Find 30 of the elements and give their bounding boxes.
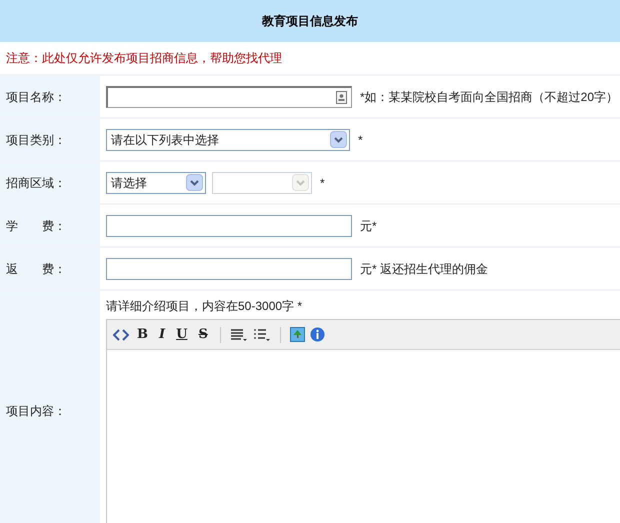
field-hint: *: [358, 132, 363, 148]
format-button[interactable]: B: [134, 324, 151, 344]
format-button[interactable]: S: [195, 324, 211, 344]
notice-text: 注意：此处仅允许发布项目招商信息，帮助您找代理: [6, 50, 282, 67]
list-icon[interactable]: [252, 328, 271, 342]
field-hint: 元* 返还招生代理的佣金: [360, 260, 488, 278]
contact-card-icon: [336, 90, 347, 104]
input-field[interactable]: [106, 214, 352, 236]
dropdown[interactable]: 请选择: [106, 172, 206, 194]
field-label: 学 费：: [6, 218, 66, 234]
format-button[interactable]: U: [173, 324, 190, 344]
instruction-text: 请详细介绍项目，内容在50-3000字 *: [106, 298, 304, 315]
field-label: 招商区域：: [6, 174, 66, 192]
format-button[interactable]: I: [156, 324, 168, 344]
field-label: 项目名称：: [6, 88, 66, 106]
input-field[interactable]: [106, 86, 352, 108]
page-title: 教育项目信息发布: [262, 13, 358, 30]
align-icon[interactable]: [230, 328, 248, 342]
image-icon[interactable]: [290, 327, 305, 342]
field-hint: *如：某某院校自考面向全国招商（不超过20字）: [360, 88, 618, 106]
rich-text-editor[interactable]: B I U S: [106, 319, 620, 523]
source-code-icon[interactable]: [113, 328, 129, 340]
field-label: 项目内容：: [6, 403, 66, 420]
field-label: 返 费：: [6, 260, 66, 278]
info-icon[interactable]: [310, 327, 325, 342]
input-field[interactable]: [106, 258, 352, 280]
dropdown[interactable]: 请在以下列表中选择: [106, 128, 350, 150]
field-label: 项目类别：: [6, 132, 66, 148]
field-hint: 元*: [360, 218, 377, 234]
field-hint: *: [320, 174, 325, 192]
